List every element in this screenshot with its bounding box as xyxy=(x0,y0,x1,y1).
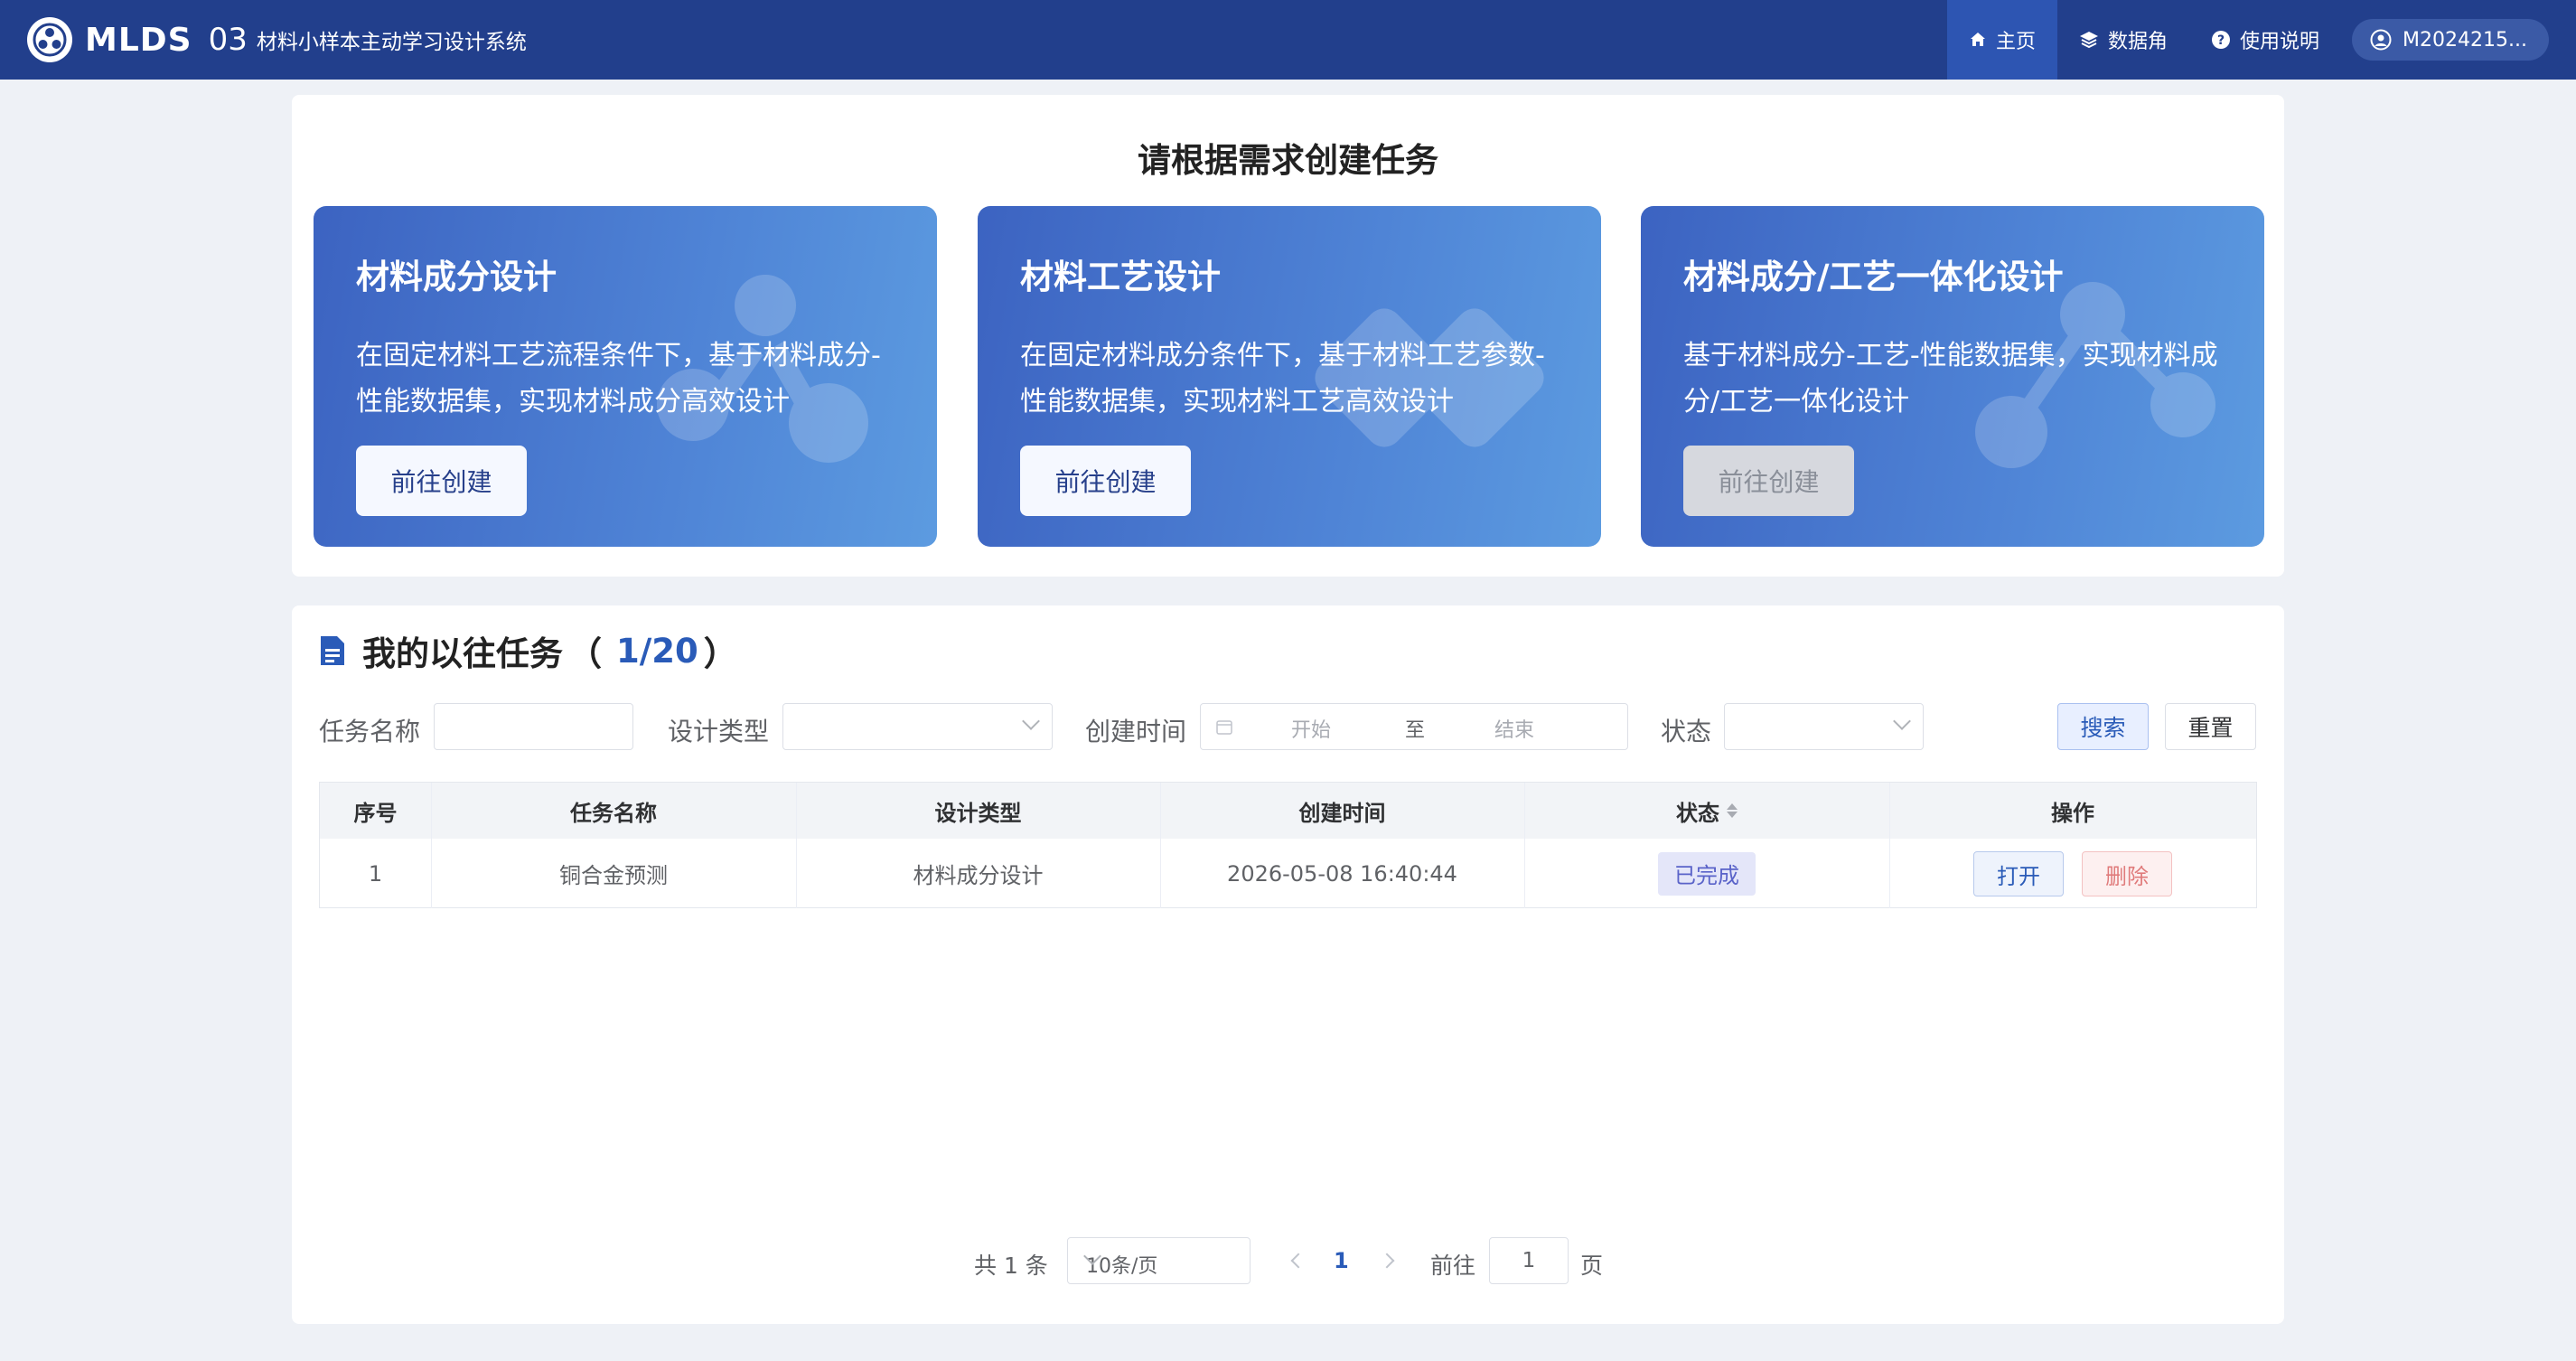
card-description: 在固定材料工艺流程条件下，基于材料成分-性能数据集，实现材料成分高效设计 xyxy=(356,340,881,418)
task-name-input[interactable] xyxy=(434,703,633,750)
card-composition-design: 材料成分设计 在固定材料工艺流程条件下，基于材料成分-性能数据集，实现材料成分高… xyxy=(314,206,937,547)
card-description: 在固定材料成分条件下，基于材料工艺参数-性能数据集，实现材料工艺高效设计 xyxy=(1020,340,1545,418)
task-history-panel: 我的以往任务 （ 1/20 ） 任务名称 设计类型 创建时间 开始 至 结束 状… xyxy=(292,605,2284,1324)
document-icon xyxy=(321,636,344,665)
history-count: 1/20 xyxy=(616,631,698,671)
chevron-down-icon xyxy=(1893,712,1911,730)
card-integrated-design: 材料成分/工艺一体化设计 基于材料成分-工艺-性能数据集，实现材料成分/工艺一体… xyxy=(1641,206,2264,547)
card-title: 材料成分/工艺一体化设计 xyxy=(1683,258,2064,296)
open-button[interactable]: 打开 xyxy=(1973,851,2064,896)
start-date-placeholder: 开始 xyxy=(1291,719,1332,742)
nav-home[interactable]: 主页 xyxy=(1946,0,2057,80)
brand-name: MLDS xyxy=(85,21,192,59)
status-badge: 已完成 xyxy=(1658,851,1756,896)
column-header-index: 序号 xyxy=(353,800,398,826)
date-separator: 至 xyxy=(1405,719,1426,742)
column-header-actions: 操作 xyxy=(2051,800,2094,826)
reset-button[interactable]: 重置 xyxy=(2165,703,2256,750)
nav-home-label: 主页 xyxy=(1995,31,2036,53)
card-title: 材料成分设计 xyxy=(356,258,557,296)
card-description: 基于材料成分-工艺-性能数据集，实现材料成分/工艺一体化设计 xyxy=(1683,340,2218,418)
goto-label: 前往 xyxy=(1430,1253,1476,1279)
status-select[interactable] xyxy=(1724,703,1924,750)
goto-page-input[interactable]: 1 xyxy=(1489,1237,1569,1284)
brand-subtitle: 材料小样本主动学习设计系统 xyxy=(256,31,527,54)
column-header-created: 创建时间 xyxy=(1298,800,1386,826)
sort-icon[interactable] xyxy=(1727,803,1738,819)
create-composition-button[interactable]: 前往创建 xyxy=(356,446,527,516)
user-menu[interactable]: M2024215... xyxy=(2352,19,2549,61)
current-page[interactable]: 1 xyxy=(1334,1248,1349,1273)
created-time-label: 创建时间 xyxy=(1085,717,1187,746)
status-label: 状态 xyxy=(1661,717,1712,746)
create-process-button[interactable]: 前往创建 xyxy=(1020,446,1191,516)
date-range-picker[interactable]: 开始 至 结束 xyxy=(1200,703,1628,750)
column-header-name: 任务名称 xyxy=(570,800,657,826)
help-icon: ? xyxy=(2211,31,2230,49)
next-page-icon[interactable] xyxy=(1379,1253,1395,1269)
mlds-logo-icon xyxy=(27,17,72,62)
create-task-title: 请根据需求创建任务 xyxy=(1138,141,1438,180)
card-process-design: 材料工艺设计 在固定材料成分条件下，基于材料工艺参数-性能数据集，实现材料工艺高… xyxy=(978,206,1601,547)
main-nav: 主页 数据角 ? 使用说明 M2024215... xyxy=(1946,0,2576,80)
design-type-select[interactable] xyxy=(782,703,1053,750)
nav-data-corner[interactable]: 数据角 xyxy=(2057,0,2189,80)
cell-task-name: 铜合金预测 xyxy=(559,863,668,888)
search-button[interactable]: 搜索 xyxy=(2057,703,2149,750)
home-icon xyxy=(1970,33,1985,46)
nav-help-label: 使用说明 xyxy=(2239,31,2319,53)
history-title: 我的以往任务 xyxy=(362,634,563,673)
nav-data-corner-label: 数据角 xyxy=(2107,31,2168,53)
chevron-down-icon xyxy=(1022,712,1040,730)
top-navbar: MLDS 03 材料小样本主动学习设计系统 主页 数据角 ? 使用说明 M202… xyxy=(0,0,2576,80)
prev-page-icon[interactable] xyxy=(1290,1253,1307,1269)
calendar-icon xyxy=(1216,720,1232,735)
user-name: M2024215... xyxy=(2403,28,2527,52)
cell-index: 1 xyxy=(368,860,383,887)
column-header-type: 设计类型 xyxy=(934,800,1022,826)
svg-text:?: ? xyxy=(2217,33,2225,48)
delete-button[interactable]: 删除 xyxy=(2082,851,2172,896)
page-size-select[interactable]: 10条/页 xyxy=(1067,1237,1251,1284)
cell-design-type: 材料成分设计 xyxy=(913,863,1044,888)
page-unit-label: 页 xyxy=(1580,1253,1604,1279)
pagination: 共 1 条 10条/页 1 前往 1 页 xyxy=(292,1237,2284,1284)
history-count-close-paren: ） xyxy=(703,634,737,673)
create-integrated-button: 前往创建 xyxy=(1683,446,1854,516)
history-header: 我的以往任务 （ 1/20 ） xyxy=(319,626,737,675)
card-title: 材料工艺设计 xyxy=(1020,258,1221,296)
filter-bar: 任务名称 设计类型 创建时间 开始 至 结束 状态 搜索 重置 xyxy=(319,703,2257,750)
nav-help[interactable]: ? 使用说明 xyxy=(2189,0,2341,80)
total-count: 共 1 条 xyxy=(974,1253,1048,1279)
brand-number: 03 xyxy=(208,22,248,58)
user-icon xyxy=(2370,29,2392,51)
create-task-panel: 请根据需求创建任务 材料成分设计 在固定材料工艺流程条件下，基于材料成分-性能数… xyxy=(292,95,2284,577)
brand[interactable]: MLDS 03 材料小样本主动学习设计系统 xyxy=(27,17,527,62)
cell-status: 已完成 xyxy=(1524,839,1889,908)
design-type-label: 设计类型 xyxy=(668,717,770,746)
task-name-label: 任务名称 xyxy=(319,717,421,746)
column-header-status[interactable]: 状态 xyxy=(1524,783,1889,839)
end-date-placeholder: 结束 xyxy=(1494,719,1535,742)
layers-icon xyxy=(2079,32,2098,49)
task-table: 序号 任务名称 设计类型 创建时间 状态 操作 1 铜合金预测 材料成分设计 2… xyxy=(319,782,2257,908)
column-header-status-label: 状态 xyxy=(1676,800,1719,826)
history-count-open-paren: （ xyxy=(568,634,602,673)
cell-created-time: 2026-05-08 16:40:44 xyxy=(1227,860,1457,887)
